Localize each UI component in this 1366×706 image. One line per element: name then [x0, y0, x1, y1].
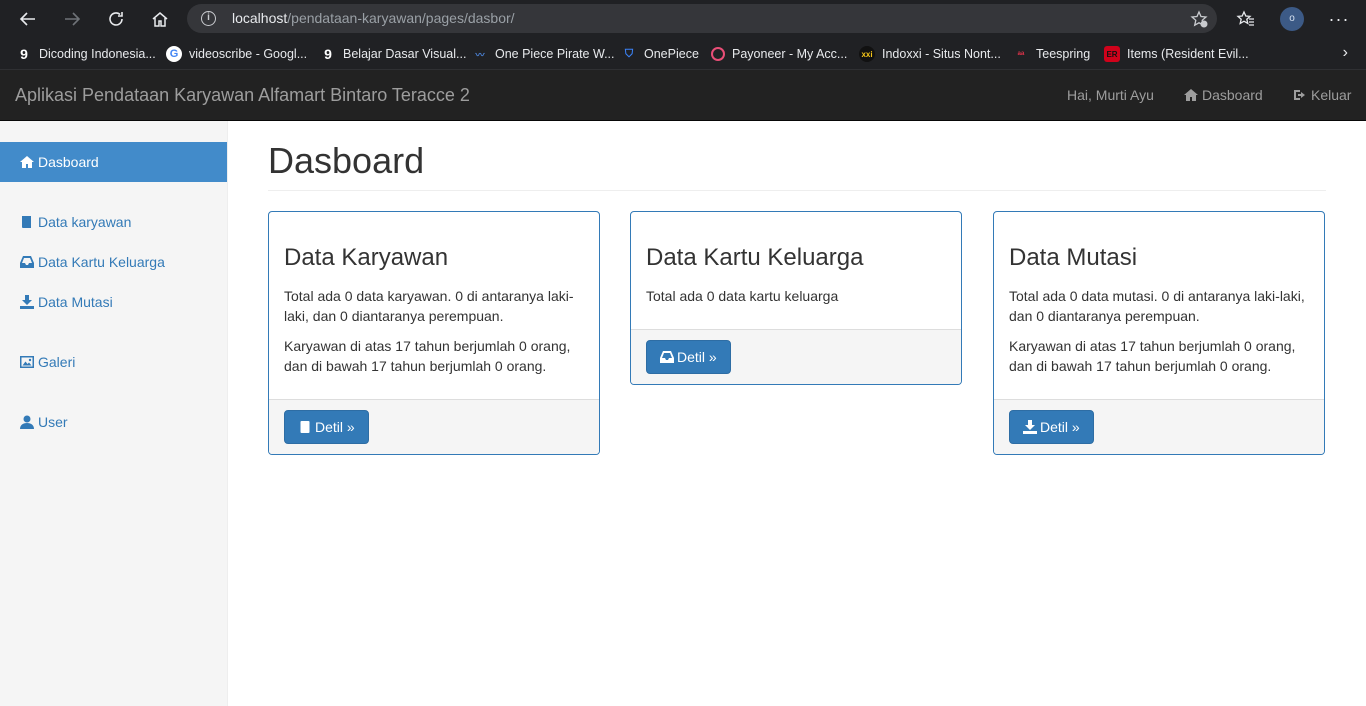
panel-text: Total ada 0 data kartu keluarga	[646, 288, 839, 304]
url-text: localhost/pendataan-karyawan/pages/dasbo…	[232, 10, 515, 26]
sidebar-item-galeri[interactable]: Galeri	[0, 342, 227, 382]
bookmark-item[interactable]: 9 Dicoding Indonesia...	[16, 44, 156, 64]
save-icon	[1023, 420, 1037, 434]
chevron-right-icon[interactable]: ›	[1343, 44, 1348, 62]
sidebar: Dasboard Data karyawan Data Kartu Keluar…	[0, 121, 228, 706]
sidebar-item-label: Data Mutasi	[38, 294, 113, 310]
inbox-icon	[20, 256, 34, 268]
sidebar-item-label: Dasboard	[38, 154, 99, 170]
payoneer-icon	[711, 47, 725, 61]
book-icon	[22, 216, 31, 228]
panel-text: Total ada 0 data karyawan. 0 di antarany…	[284, 288, 574, 324]
sidebar-item-dasboard[interactable]: Dasboard	[0, 142, 227, 182]
bookmark-item[interactable]: 9 Belajar Dasar Visual...	[320, 44, 466, 64]
indoxxi-icon: xxi	[859, 46, 875, 62]
dicoding-icon: 9	[20, 46, 28, 62]
sidebar-item-data-karyawan[interactable]: Data karyawan	[0, 202, 227, 242]
panel-text: Karyawan di atas 17 tahun berjumlah 0 or…	[284, 338, 571, 374]
detil-kartu-keluarga-button[interactable]: Detil »	[646, 340, 731, 374]
title-divider	[268, 190, 1326, 191]
app-navbar: Aplikasi Pendataan Karyawan Alfamart Bin…	[0, 70, 1366, 121]
bookmark-item[interactable]: xxi Indoxxi - Situs Nont...	[859, 44, 1001, 64]
home-button[interactable]	[145, 4, 175, 34]
sidebar-item-label: User	[38, 414, 68, 430]
home-icon	[1184, 89, 1198, 101]
panel-data-kartu-keluarga: Data Kartu Keluarga Total ada 0 data kar…	[630, 211, 962, 385]
panel-footer: Detil »	[631, 329, 961, 384]
home-icon	[20, 156, 34, 168]
sidebar-item-label: Data Kartu Keluarga	[38, 254, 165, 270]
favorites-button[interactable]	[1231, 4, 1261, 34]
panel-text: Total ada 0 data mutasi. 0 di antaranya …	[1009, 288, 1305, 324]
bookmark-item[interactable]: Gvideoscribe - Googl...	[166, 44, 307, 64]
nav-dasboard-link[interactable]: Dasboard	[1184, 87, 1263, 103]
sidebar-item-data-kartu-keluarga[interactable]: Data Kartu Keluarga	[0, 242, 227, 282]
sidebar-item-label: Data karyawan	[38, 214, 132, 230]
greeting-link[interactable]: Hai, Murti Ayu	[1067, 87, 1154, 103]
user-icon	[20, 415, 34, 429]
panel-title: Data Kartu Keluarga	[646, 244, 864, 271]
bookmark-item[interactable]: Payoneer - My Acc...	[711, 44, 847, 64]
panel-data-karyawan: Data Karyawan Total ada 0 data karyawan.…	[268, 211, 600, 455]
logout-link[interactable]: Keluar	[1293, 87, 1351, 103]
forward-button[interactable]	[57, 4, 87, 34]
page-title: Dasboard	[268, 140, 425, 181]
sidebar-item-label: Galeri	[38, 354, 76, 370]
detil-karyawan-button[interactable]: Detil »	[284, 410, 369, 444]
bookmark-item[interactable]: ER Items (Resident Evil...	[1104, 44, 1249, 64]
profile-avatar[interactable]: o	[1280, 7, 1304, 31]
panel-footer: Detil »	[269, 399, 599, 454]
panel-data-mutasi: Data Mutasi Total ada 0 data mutasi. 0 d…	[993, 211, 1325, 455]
browser-toolbar: i localhost/pendataan-karyawan/pages/das…	[0, 0, 1366, 37]
arrow-right-icon	[65, 12, 81, 26]
home-icon	[152, 12, 168, 27]
more-menu-button[interactable]: ···	[1324, 4, 1354, 34]
book-icon	[300, 421, 310, 433]
arrow-left-icon	[19, 12, 35, 26]
info-icon[interactable]: i	[201, 11, 216, 26]
teespring-icon: ᵃᵃ	[1017, 49, 1025, 59]
bookmark-item[interactable]: 〰 One Piece Pirate W...	[472, 44, 614, 64]
back-button[interactable]	[13, 4, 43, 34]
sidebar-item-user[interactable]: User	[0, 402, 227, 442]
reload-icon	[109, 12, 123, 26]
detil-mutasi-button[interactable]: Detil »	[1009, 410, 1094, 444]
panel-text: Karyawan di atas 17 tahun berjumlah 0 or…	[1009, 338, 1296, 374]
favorites-icon	[1236, 10, 1254, 26]
bookmarks-bar: 9 Dicoding Indonesia... Gvideoscribe - Go…	[0, 37, 1366, 70]
resident-evil-icon: ER	[1104, 46, 1120, 62]
reload-button[interactable]	[101, 4, 131, 34]
shield-icon: ⛉	[624, 47, 634, 60]
add-favorite-icon[interactable]	[1189, 9, 1209, 29]
logout-icon	[1294, 90, 1305, 100]
onepiece-icon: 〰	[475, 49, 485, 60]
inbox-icon	[660, 351, 674, 363]
bookmark-item[interactable]: ⛉ OnePiece	[621, 44, 699, 64]
address-bar[interactable]: i localhost/pendataan-karyawan/pages/das…	[187, 4, 1217, 33]
google-icon: G	[166, 46, 182, 62]
save-icon	[20, 295, 34, 309]
panel-title: Data Mutasi	[1009, 244, 1138, 271]
panel-title: Data Karyawan	[284, 244, 449, 271]
sidebar-item-data-mutasi[interactable]: Data Mutasi	[0, 282, 227, 322]
navbar-brand[interactable]: Aplikasi Pendataan Karyawan Alfamart Bin…	[15, 85, 470, 106]
picture-icon	[20, 356, 34, 368]
panel-footer: Detil »	[994, 399, 1324, 454]
bookmark-item[interactable]: ᵃᵃ Teespring	[1013, 44, 1091, 64]
dicoding-icon: 9	[324, 46, 332, 62]
